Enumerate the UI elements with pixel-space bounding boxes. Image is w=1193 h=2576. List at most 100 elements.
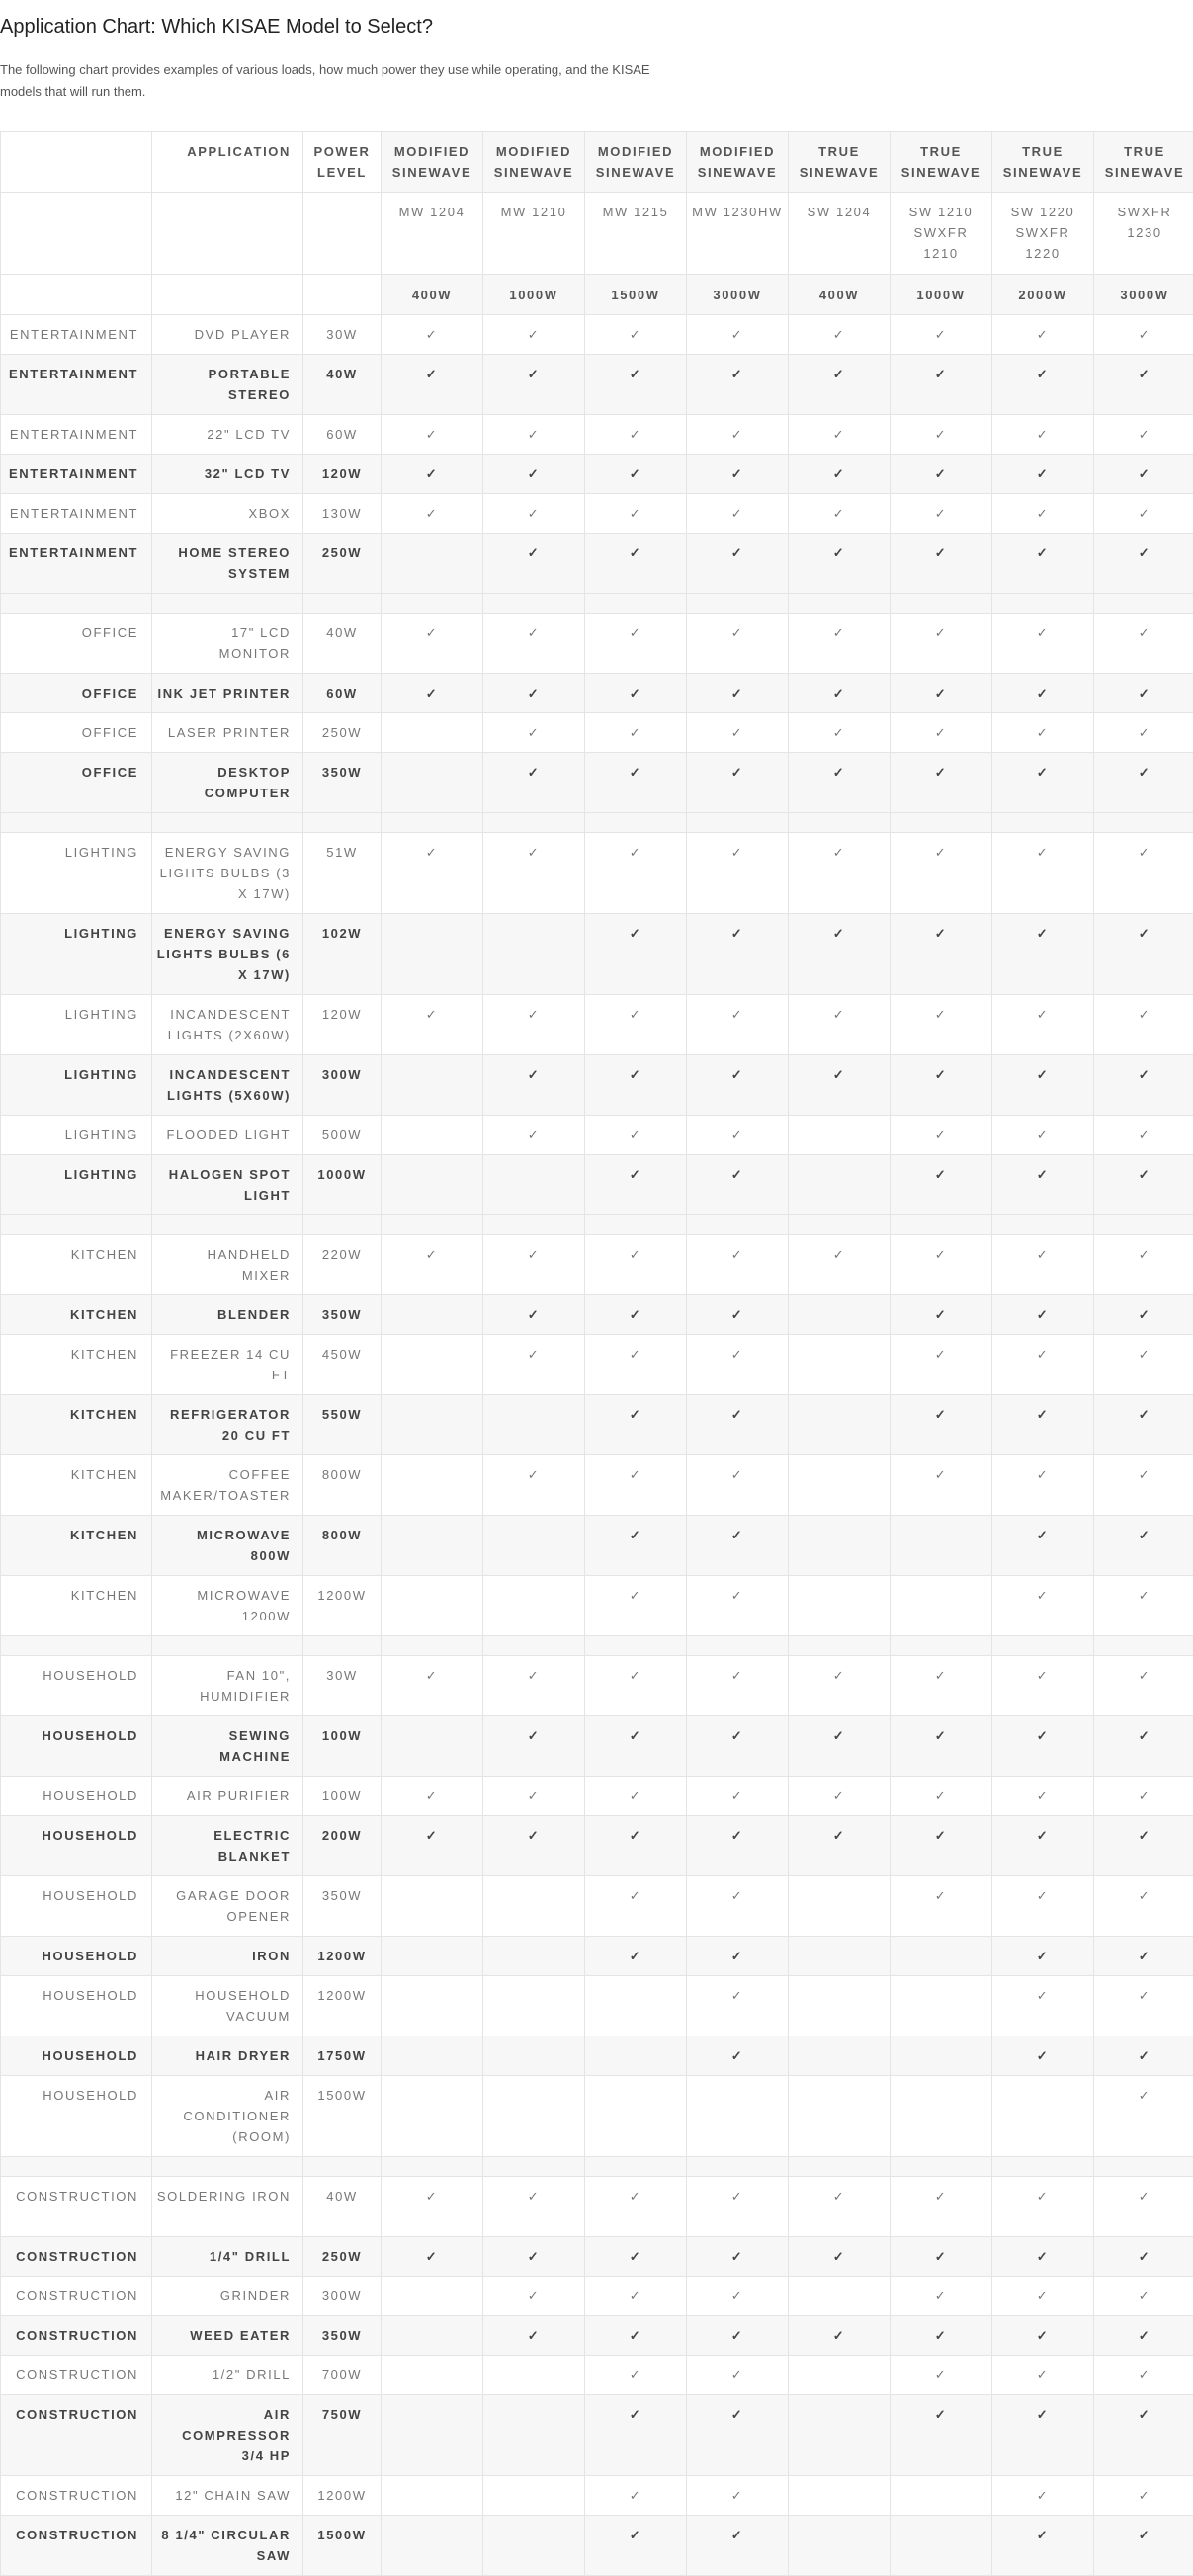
application-cell: Coffee Maker/Toaster bbox=[152, 1455, 303, 1516]
empty-support-cell bbox=[891, 2076, 992, 2157]
table-row: ConstructionAir Compressor 3/4 HP750W✓✓✓… bbox=[1, 2395, 1193, 2476]
spacer-cell bbox=[585, 1215, 687, 1235]
check-mark-icon: ✓ bbox=[1094, 534, 1193, 594]
check-mark-icon: ✓ bbox=[585, 1335, 687, 1395]
empty-support-cell bbox=[382, 534, 483, 594]
check-mark-icon: ✓ bbox=[992, 2356, 1094, 2395]
check-mark-icon: ✓ bbox=[585, 1576, 687, 1636]
empty-support-cell bbox=[483, 2356, 585, 2395]
category-cell: Kitchen bbox=[1, 1235, 152, 1295]
check-mark-icon: ✓ bbox=[585, 674, 687, 713]
check-mark-icon: ✓ bbox=[687, 1576, 789, 1636]
spacer-cell bbox=[789, 813, 891, 833]
spacer-cell bbox=[891, 813, 992, 833]
power-level-cell: 350W bbox=[303, 753, 382, 813]
spacer-cell bbox=[152, 2157, 303, 2177]
category-cell: Office bbox=[1, 674, 152, 713]
empty-support-cell bbox=[483, 1876, 585, 1937]
check-mark-icon: ✓ bbox=[789, 415, 891, 455]
check-mark-icon: ✓ bbox=[789, 2237, 891, 2277]
spacer-cell bbox=[152, 1215, 303, 1235]
check-mark-icon: ✓ bbox=[891, 2177, 992, 2237]
empty-support-cell bbox=[789, 2356, 891, 2395]
empty-support-cell bbox=[483, 1516, 585, 1576]
empty-support-cell bbox=[382, 2356, 483, 2395]
check-mark-icon: ✓ bbox=[1094, 2395, 1193, 2476]
check-mark-icon: ✓ bbox=[992, 2036, 1094, 2076]
header-power-level: Power Level bbox=[303, 132, 382, 193]
category-cell: Construction bbox=[1, 2316, 152, 2356]
header-model: MW 1215 bbox=[585, 193, 687, 275]
power-level-cell: 102W bbox=[303, 914, 382, 995]
table-row: HouseholdHair Dryer1750W✓✓✓ bbox=[1, 2036, 1193, 2076]
check-mark-icon: ✓ bbox=[992, 455, 1094, 494]
check-mark-icon: ✓ bbox=[585, 1155, 687, 1215]
power-level-cell: 1200W bbox=[303, 2476, 382, 2516]
check-mark-icon: ✓ bbox=[483, 315, 585, 355]
check-mark-icon: ✓ bbox=[585, 1937, 687, 1976]
application-cell: 17" LCD Monitor bbox=[152, 614, 303, 674]
check-mark-icon: ✓ bbox=[382, 355, 483, 415]
spacer-cell bbox=[382, 2157, 483, 2177]
check-mark-icon: ✓ bbox=[789, 713, 891, 753]
check-mark-icon: ✓ bbox=[687, 1656, 789, 1716]
check-mark-icon: ✓ bbox=[687, 494, 789, 534]
category-cell: Kitchen bbox=[1, 1455, 152, 1516]
spacer-cell bbox=[382, 594, 483, 614]
category-cell: Entertainment bbox=[1, 315, 152, 355]
check-mark-icon: ✓ bbox=[382, 1777, 483, 1816]
power-level-cell: 220W bbox=[303, 1235, 382, 1295]
empty-support-cell bbox=[789, 1576, 891, 1636]
application-cell: Energy Saving Lights Bulbs (6 x 17W) bbox=[152, 914, 303, 995]
table-row: EntertainmentDVD Player30W✓✓✓✓✓✓✓✓ bbox=[1, 315, 1193, 355]
check-mark-icon: ✓ bbox=[891, 2316, 992, 2356]
spacer-cell bbox=[687, 2157, 789, 2177]
check-mark-icon: ✓ bbox=[585, 753, 687, 813]
check-mark-icon: ✓ bbox=[789, 914, 891, 995]
category-cell: Kitchen bbox=[1, 1295, 152, 1335]
empty-support-cell bbox=[891, 1516, 992, 1576]
spacer-cell bbox=[152, 1636, 303, 1656]
category-cell: Lighting bbox=[1, 1116, 152, 1155]
power-level-cell: 1200W bbox=[303, 1576, 382, 1636]
check-mark-icon: ✓ bbox=[992, 1395, 1094, 1455]
table-row: Office17" LCD Monitor40W✓✓✓✓✓✓✓✓ bbox=[1, 614, 1193, 674]
empty-support-cell bbox=[483, 1937, 585, 1976]
check-mark-icon: ✓ bbox=[687, 1295, 789, 1335]
category-spacer-row bbox=[1, 1636, 1193, 1656]
check-mark-icon: ✓ bbox=[382, 1656, 483, 1716]
check-mark-icon: ✓ bbox=[891, 1455, 992, 1516]
table-row: HouseholdHousehold Vacuum1200W✓✓✓ bbox=[1, 1976, 1193, 2036]
table-row: ConstructionGrinder300W✓✓✓✓✓✓ bbox=[1, 2277, 1193, 2316]
category-cell: Entertainment bbox=[1, 355, 152, 415]
spacer-cell bbox=[992, 2157, 1094, 2177]
check-mark-icon: ✓ bbox=[992, 1155, 1094, 1215]
check-mark-icon: ✓ bbox=[1094, 315, 1193, 355]
empty-support-cell bbox=[483, 914, 585, 995]
header-blank-cell bbox=[1, 275, 152, 315]
application-cell: 8 1/4" Circular Saw bbox=[152, 2516, 303, 2576]
power-level-cell: 40W bbox=[303, 2177, 382, 2237]
header-type: True Sinewave bbox=[1094, 132, 1193, 193]
check-mark-icon: ✓ bbox=[585, 315, 687, 355]
check-mark-icon: ✓ bbox=[1094, 1395, 1193, 1455]
header-model: MW 1210 bbox=[483, 193, 585, 275]
header-blank-cell bbox=[152, 275, 303, 315]
category-spacer-row bbox=[1, 594, 1193, 614]
check-mark-icon: ✓ bbox=[483, 1716, 585, 1777]
empty-support-cell bbox=[382, 2316, 483, 2356]
check-mark-icon: ✓ bbox=[789, 995, 891, 1055]
header-model: SW 1204 bbox=[789, 193, 891, 275]
header-blank-cell bbox=[152, 193, 303, 275]
application-cell: Iron bbox=[152, 1937, 303, 1976]
check-mark-icon: ✓ bbox=[382, 2237, 483, 2277]
empty-support-cell bbox=[382, 713, 483, 753]
check-mark-icon: ✓ bbox=[992, 713, 1094, 753]
check-mark-icon: ✓ bbox=[382, 995, 483, 1055]
check-mark-icon: ✓ bbox=[891, 995, 992, 1055]
spacer-cell bbox=[1094, 813, 1193, 833]
application-cell: Fan 10", Humidifier bbox=[152, 1656, 303, 1716]
application-cell: Home Stereo System bbox=[152, 534, 303, 594]
check-mark-icon: ✓ bbox=[992, 534, 1094, 594]
check-mark-icon: ✓ bbox=[382, 833, 483, 914]
